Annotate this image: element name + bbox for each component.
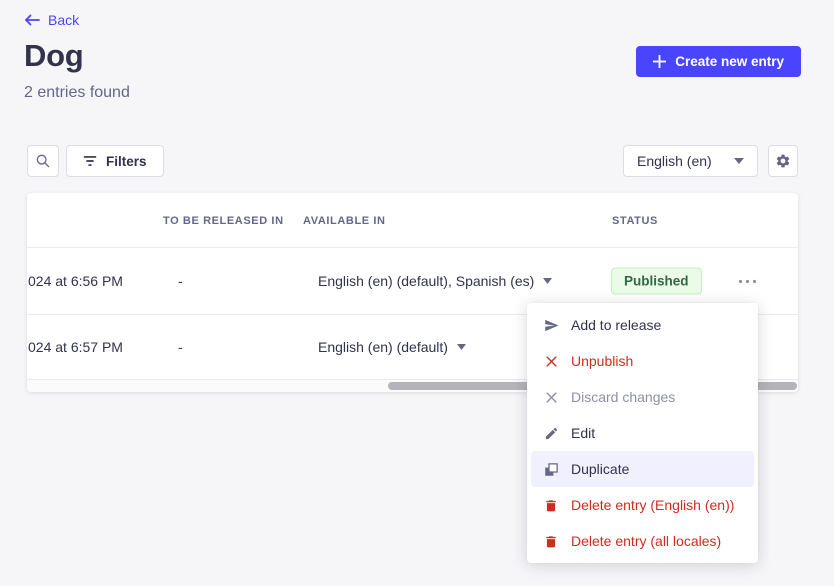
menu-item-delete-entry-locale[interactable]: Delete entry (English (en)) bbox=[531, 487, 754, 523]
chevron-down-icon bbox=[543, 278, 552, 284]
table-header-row: TO BE RELEASED IN AVAILABLE IN STATUS bbox=[27, 193, 798, 248]
page-title: Dog bbox=[24, 38, 83, 74]
back-link[interactable]: Back bbox=[24, 12, 79, 28]
menu-item-label: Unpublish bbox=[571, 353, 633, 369]
send-icon bbox=[543, 317, 559, 333]
menu-item-label: Delete entry (all locales) bbox=[571, 533, 721, 549]
filters-label: Filters bbox=[106, 154, 147, 169]
chevron-down-icon bbox=[734, 158, 744, 164]
available-in-text: English (en) (default), Spanish (es) bbox=[318, 273, 534, 289]
menu-item-add-to-release[interactable]: Add to release bbox=[531, 307, 754, 343]
menu-item-edit[interactable]: Edit bbox=[531, 415, 754, 451]
search-button[interactable] bbox=[27, 145, 59, 177]
available-in-text: English (en) (default) bbox=[318, 339, 448, 355]
column-header-available-in[interactable]: AVAILABLE IN bbox=[303, 193, 386, 248]
cell-available-in[interactable]: English (en) (default) bbox=[318, 315, 466, 379]
search-icon bbox=[35, 153, 51, 169]
menu-item-label: Duplicate bbox=[571, 461, 629, 477]
entries-count: 2 entries found bbox=[24, 84, 130, 102]
dot bbox=[746, 280, 749, 283]
plus-icon bbox=[653, 55, 666, 68]
locale-selected-value: English (en) bbox=[637, 153, 712, 169]
back-label: Back bbox=[48, 12, 79, 28]
cell-updated-at: 024 at 6:57 PM bbox=[28, 315, 123, 379]
close-icon bbox=[543, 389, 559, 405]
pencil-icon bbox=[543, 425, 559, 441]
duplicate-icon bbox=[543, 461, 559, 477]
cell-updated-at: 024 at 6:56 PM bbox=[28, 248, 123, 314]
menu-item-discard-changes[interactable]: Discard changes bbox=[531, 379, 754, 415]
column-header-status[interactable]: STATUS bbox=[612, 193, 658, 248]
locale-select[interactable]: English (en) bbox=[623, 145, 758, 177]
menu-item-delete-entry-all-locales[interactable]: Delete entry (all locales) bbox=[531, 523, 754, 559]
back-arrow-icon bbox=[24, 14, 40, 26]
row-actions-menu-button[interactable] bbox=[730, 270, 764, 292]
create-button-label: Create new entry bbox=[675, 54, 784, 69]
dot bbox=[753, 280, 756, 283]
entries-list-page: Back Dog 2 entries found Create new entr… bbox=[0, 0, 834, 586]
filters-button[interactable]: Filters bbox=[66, 145, 164, 177]
cell-to-be-released-in: - bbox=[178, 315, 183, 379]
status-badge: Published bbox=[611, 268, 702, 295]
trash-icon bbox=[543, 533, 559, 549]
menu-item-label: Add to release bbox=[571, 317, 661, 333]
chevron-down-icon bbox=[457, 344, 466, 350]
trash-icon bbox=[543, 497, 559, 513]
gear-icon bbox=[775, 153, 791, 169]
row-actions-context-menu: Add to release Unpublish Discard changes… bbox=[527, 303, 758, 563]
cell-to-be-released-in: - bbox=[178, 248, 183, 314]
dot bbox=[739, 280, 742, 283]
menu-item-label: Delete entry (English (en)) bbox=[571, 497, 734, 513]
menu-item-label: Discard changes bbox=[571, 389, 675, 405]
menu-item-duplicate[interactable]: Duplicate bbox=[531, 451, 754, 487]
menu-item-unpublish[interactable]: Unpublish bbox=[531, 343, 754, 379]
settings-button[interactable] bbox=[768, 145, 798, 177]
column-header-to-be-released-in[interactable]: TO BE RELEASED IN bbox=[163, 193, 284, 248]
filter-icon bbox=[83, 155, 97, 167]
close-icon bbox=[543, 353, 559, 369]
cell-available-in[interactable]: English (en) (default), Spanish (es) bbox=[318, 248, 552, 314]
menu-item-label: Edit bbox=[571, 425, 595, 441]
create-new-entry-button[interactable]: Create new entry bbox=[636, 46, 801, 77]
